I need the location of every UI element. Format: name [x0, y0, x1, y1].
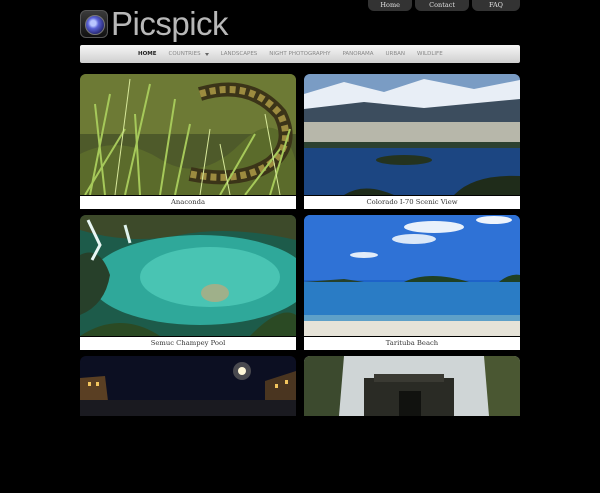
nav-item-urban[interactable]: URBAN [386, 51, 406, 57]
nav-item-wildlife[interactable]: WILDLIFE [417, 51, 443, 57]
card-caption[interactable]: Tarituba Beach [304, 337, 520, 350]
camera-lens-icon [80, 10, 108, 38]
gallery-card[interactable]: Anaconda [80, 74, 296, 211]
card-caption[interactable]: Anaconda [80, 196, 296, 209]
gallery-card[interactable]: Colorado I-70 Scenic View [304, 74, 520, 211]
night-city-photo[interactable] [80, 356, 296, 416]
tarituba-beach-photo[interactable] [304, 215, 520, 336]
site-name: Picspick [111, 5, 229, 42]
anaconda-photo[interactable] [80, 74, 296, 195]
nav-item-night-photography[interactable]: NIGHT PHOTOGRAPHY [269, 51, 330, 57]
semuc-champey-photo[interactable] [80, 215, 296, 336]
site-logo[interactable]: Picspick [80, 5, 229, 42]
nav-item-landscapes[interactable]: LANDSCAPES [221, 51, 258, 57]
top-link-faq[interactable]: FAQ [472, 0, 520, 11]
top-link-contact[interactable]: Contact [415, 0, 469, 11]
top-links: Home Contact FAQ [368, 0, 520, 11]
gallery-card[interactable] [80, 356, 296, 493]
nav-item-countries[interactable]: COUNTRIES [169, 51, 209, 57]
gallery-card[interactable]: Semuc Champey Pool [80, 215, 296, 352]
gallery-card[interactable]: Tarituba Beach [304, 215, 520, 352]
chevron-down-icon [204, 52, 209, 56]
card-caption[interactable]: Semuc Champey Pool [80, 337, 296, 350]
card-caption[interactable]: Colorado I-70 Scenic View [304, 196, 520, 209]
nav-item-home[interactable]: HOME [138, 51, 157, 57]
main-nav: HOME COUNTRIES LANDSCAPES NIGHT PHOTOGRA… [80, 45, 520, 63]
gallery-card[interactable] [304, 356, 520, 493]
nav-item-panorama[interactable]: PANORAMA [342, 51, 373, 57]
top-link-home[interactable]: Home [368, 0, 413, 11]
colorado-photo[interactable] [304, 74, 520, 195]
monument-photo[interactable] [304, 356, 520, 416]
